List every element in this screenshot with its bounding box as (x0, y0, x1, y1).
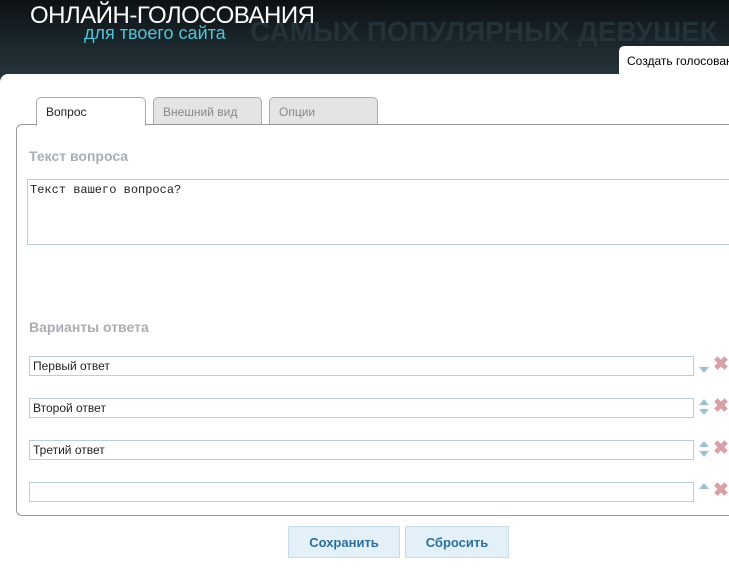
move-up-icon[interactable] (699, 483, 709, 489)
question-input[interactable]: Текст вашего вопроса? (27, 179, 729, 245)
save-button[interactable]: Сохранить (288, 526, 400, 558)
delete-icon[interactable]: ✖ (713, 479, 729, 502)
tab-options[interactable]: Опции (269, 97, 378, 125)
site-subtitle: для твоего сайта (84, 23, 226, 43)
answer-input-2[interactable] (29, 398, 694, 418)
answer-input-3[interactable] (29, 440, 694, 460)
move-up-icon[interactable] (699, 399, 709, 405)
reset-button[interactable]: Сбросить (405, 526, 509, 558)
move-down-icon[interactable] (699, 367, 709, 373)
header-background-text: САМЫХ ПОПУЛЯРНЫХ ДЕВУШЕК (250, 16, 717, 47)
move-down-icon[interactable] (699, 451, 709, 457)
move-down-icon[interactable] (699, 409, 709, 415)
answer-input-4[interactable] (29, 482, 694, 502)
create-poll-tab[interactable]: Создать голосование (619, 46, 729, 76)
tab-appearance[interactable]: Внешний вид (153, 97, 262, 125)
answer-input-1[interactable] (29, 356, 694, 376)
question-label: Текст вопроса (29, 148, 129, 164)
move-up-icon[interactable] (699, 441, 709, 447)
delete-icon[interactable]: ✖ (713, 437, 729, 460)
tab-question[interactable]: Вопрос (36, 97, 146, 126)
answers-label: Варианты ответа (29, 319, 149, 335)
delete-icon[interactable]: ✖ (713, 353, 729, 376)
delete-icon[interactable]: ✖ (713, 395, 729, 418)
